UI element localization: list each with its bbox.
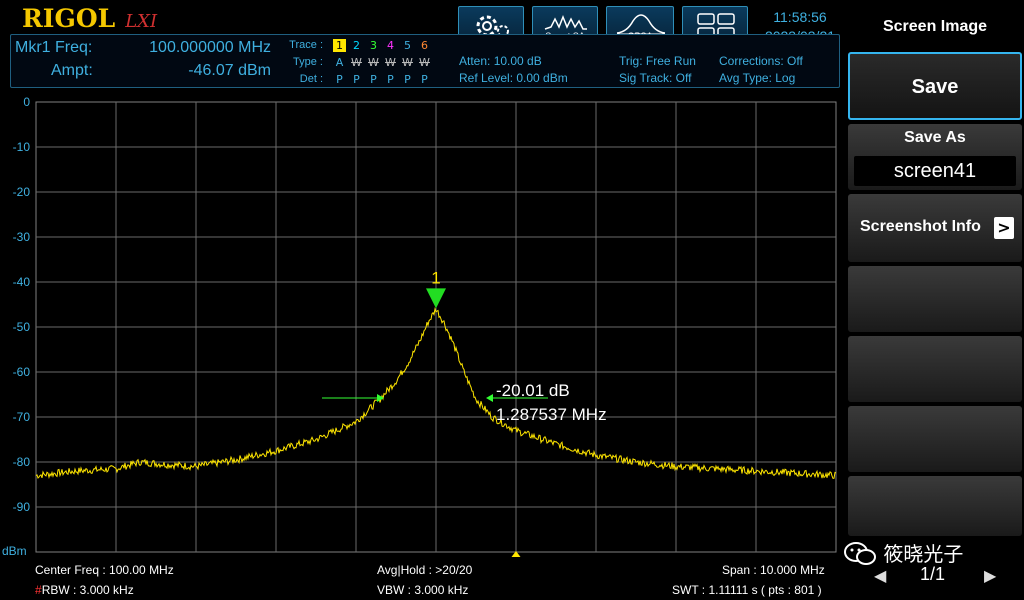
trace-3-det: P <box>370 73 377 86</box>
y-tick-label: -80 <box>13 455 31 469</box>
swt[interactable]: SWT : 1.11111 s ( pts : 801 ) <box>672 583 822 597</box>
marker-freq-value[interactable]: 100.000000 MHz <box>111 39 271 57</box>
softkey-6[interactable] <box>848 336 1022 402</box>
rbw-value: RBW : 3.000 kHz <box>41 583 134 597</box>
softkey-menu: Screen Image Save Save As screen41 Scree… <box>846 0 1024 600</box>
wechat-icon <box>844 542 876 565</box>
save-as-button[interactable]: Save As screen41 <box>848 124 1022 190</box>
rbw-manual-mark: # <box>35 583 42 597</box>
watermark: 筱晓光子 <box>843 538 963 570</box>
marker-ampt-label: Ampt: <box>51 62 93 79</box>
marker-1-triangle[interactable] <box>426 288 446 309</box>
trace-2-det: P <box>353 73 360 86</box>
avg-hold: Avg|Hold : >20/20 <box>377 563 473 577</box>
sig-track: Sig Track: Off <box>619 71 692 85</box>
ndb-value: -20.01 dB <box>496 381 570 400</box>
trace-label: Trace : <box>289 39 323 51</box>
y-tick-label: -40 <box>13 275 31 289</box>
trace-5-det: P <box>404 73 411 86</box>
trace-3-type: W <box>368 56 379 69</box>
save-as-value: screen41 <box>854 156 1016 186</box>
menu-title-text: Screen Image <box>882 18 988 35</box>
ndb-bandwidth: 1.287537 MHz <box>496 405 607 424</box>
y-tick-label: -10 <box>13 140 31 154</box>
info-bar: Mkr1 Freq: 100.000000 MHz Ampt: -46.07 d… <box>10 34 840 88</box>
y-tick-label: -30 <box>13 230 31 244</box>
ndb-right-arrow <box>486 394 493 402</box>
marker-freq-label: Mkr1 Freq: <box>15 39 93 56</box>
trace-3-number[interactable]: 3 <box>367 39 380 52</box>
trace-1-type: A <box>335 56 344 69</box>
save-as-label: Save As <box>904 129 966 146</box>
ref-level: Ref Level: 0.00 dBm <box>459 71 568 85</box>
time: 11:58:56 <box>773 9 827 25</box>
y-tick-label: -50 <box>13 320 31 334</box>
spectrum-plot[interactable]: 0 -10 -20 -30 -40 -50 -60 -70 -80 -90 dBm -20.01 … <box>0 92 846 557</box>
trace-2-type: W <box>351 56 362 69</box>
n-db-bandwidth: -20.01 dB 1.287537 MHz <box>322 381 607 424</box>
lxi-text: LXI <box>125 11 158 32</box>
rigol-logo: RIGOL LXI <box>22 4 158 33</box>
trace-4-number[interactable]: 4 <box>384 39 397 52</box>
y-tick-label: -60 <box>13 365 31 379</box>
brand-text: RIGOL <box>22 4 116 33</box>
det-label: Det : <box>299 73 323 85</box>
rbw[interactable]: #RBW : 3.000 kHz <box>35 583 134 597</box>
atten: Atten: 10.00 dB <box>459 54 542 68</box>
trace-1-number[interactable]: 1 <box>333 39 346 52</box>
y-tick-label: -90 <box>13 500 31 514</box>
vbw[interactable]: VBW : 3.000 kHz <box>377 583 468 597</box>
trace-6-det: P <box>421 73 428 86</box>
corrections: Corrections: Off <box>719 54 803 68</box>
screenshot-info-button[interactable]: Screenshot Info > <box>848 194 1022 262</box>
chevron-right-icon: > <box>994 217 1014 239</box>
softkey-8[interactable] <box>848 476 1022 536</box>
marker-ampt-value: -46.07 dBm <box>188 62 271 79</box>
softkey-5[interactable] <box>848 266 1022 332</box>
trace-6-type: W <box>419 56 430 69</box>
save-label: Save <box>911 76 959 98</box>
trig: Trig: Free Run <box>619 54 696 68</box>
type-label: Type : <box>293 56 323 68</box>
center-freq[interactable]: Center Freq : 100.00 MHz <box>35 563 174 577</box>
page-indicator: 1/1 <box>920 564 946 584</box>
avg-type: Avg Type: Log <box>719 71 796 85</box>
y-tick-label: -20 <box>13 185 31 199</box>
trace-6-number[interactable]: 6 <box>418 39 431 52</box>
marker-1[interactable]: 1 <box>426 268 446 309</box>
grid <box>35 101 837 553</box>
y-tick-label: 0 <box>23 95 30 109</box>
y-axis: 0 -10 -20 -30 -40 -50 -60 -70 -80 -90 <box>13 95 31 514</box>
watermark-text: 筱晓光子 <box>883 542 964 566</box>
y-unit-label: dBm <box>2 544 27 557</box>
span[interactable]: Span : 10.000 MHz <box>722 563 825 577</box>
page-prev-icon[interactable]: ◀ <box>874 566 886 585</box>
softkey-7[interactable] <box>848 406 1022 472</box>
y-tick-label: -70 <box>13 410 31 424</box>
page-next-icon[interactable]: ▶ <box>984 566 996 585</box>
trace-2-number[interactable]: 2 <box>350 39 363 52</box>
marker-1-label: 1 <box>431 268 440 287</box>
menu-title: Screen Image <box>848 2 1022 48</box>
trace-4-type: W <box>385 56 396 69</box>
save-button[interactable]: Save <box>848 52 1022 120</box>
trace-5-type: W <box>402 56 413 69</box>
trace-1-det: P <box>336 73 343 86</box>
trace-4-det: P <box>387 73 394 86</box>
trace-5-number[interactable]: 5 <box>401 39 414 52</box>
